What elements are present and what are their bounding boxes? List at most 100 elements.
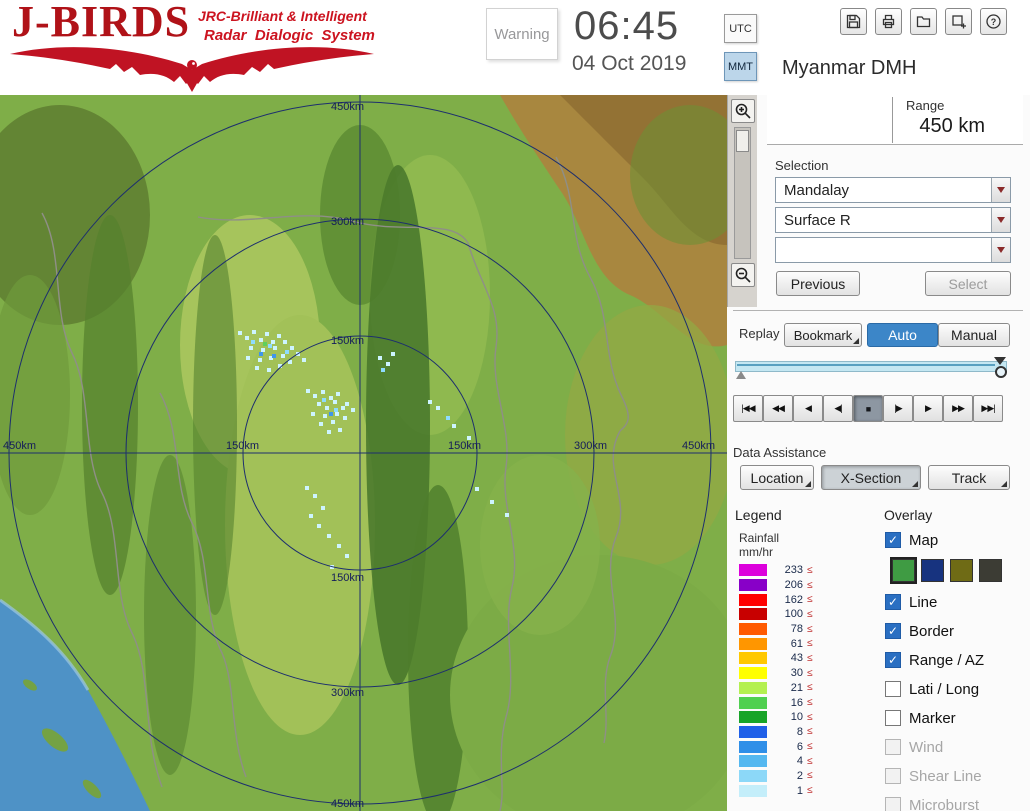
- overlay-row-marker: Marker: [885, 708, 1027, 728]
- zoom-in-button[interactable]: [730, 99, 755, 123]
- legend-suffix: ≤: [807, 785, 813, 797]
- chevron-down-icon[interactable]: [991, 178, 1010, 202]
- range-value: 450 km: [919, 115, 985, 137]
- legend-entry: 6 ≤: [739, 740, 813, 753]
- site-dropdown[interactable]: Mandalay: [775, 177, 1011, 203]
- auto-mode-button[interactable]: Auto: [867, 323, 938, 347]
- zoom-slider-thumb[interactable]: [736, 130, 749, 152]
- overlay-checkbox-border[interactable]: ✓: [885, 623, 901, 639]
- legend-swatch: [739, 652, 767, 665]
- map-style-swatch-3[interactable]: [950, 559, 973, 582]
- chevron-down-icon[interactable]: [991, 208, 1010, 232]
- playback-rewind-button[interactable]: ◀◀: [763, 395, 793, 422]
- chevron-down-icon[interactable]: [991, 238, 1010, 262]
- overlay-label-microburst: Microburst: [909, 796, 980, 811]
- legend-value: 61: [790, 637, 803, 650]
- track-button[interactable]: Track: [928, 465, 1010, 490]
- overlay-label-border: Border: [909, 622, 955, 640]
- overlay-row-wind: Wind: [885, 737, 1027, 757]
- legend-value: 21: [790, 681, 803, 694]
- playback-step-forward-button[interactable]: |▶: [883, 395, 913, 422]
- legend-value: 206: [784, 579, 803, 592]
- legend-value: 4: [796, 755, 803, 768]
- map-style-swatch-1[interactable]: [890, 557, 917, 584]
- location-button[interactable]: Location: [740, 465, 814, 490]
- select-button[interactable]: Select: [925, 271, 1011, 296]
- map-style-swatch-2[interactable]: [921, 559, 944, 582]
- legend-entry: 100 ≤: [739, 608, 813, 621]
- previous-button[interactable]: Previous: [776, 271, 860, 296]
- overlay-checkbox-wind[interactable]: [885, 739, 901, 755]
- radar-map-svg: 450km 300km 150km 150km 300km 450km 450km 150km…: [0, 95, 727, 811]
- utc-button[interactable]: UTC: [724, 14, 757, 43]
- manual-mode-button[interactable]: Manual: [938, 323, 1010, 347]
- playback-step-back-button[interactable]: ◀|: [823, 395, 853, 422]
- product-dropdown[interactable]: Surface R: [775, 207, 1011, 233]
- overlay-checkbox-shear-line[interactable]: [885, 768, 901, 784]
- station-name: Myanmar DMH: [782, 57, 917, 79]
- legend-entry: 10 ≤: [739, 711, 813, 724]
- mmt-button[interactable]: MMT: [724, 52, 757, 81]
- zoom-out-button[interactable]: [730, 263, 755, 287]
- overlay-checkbox-lati-long[interactable]: [885, 681, 901, 697]
- playback-controls: |◀◀ ◀◀ ◀ ◀| ■ |▶ ▶ ▶▶ ▶▶|: [733, 395, 1003, 422]
- open-folder-icon: [916, 16, 931, 28]
- legend-value: 43: [790, 652, 803, 665]
- x-section-button[interactable]: X-Section: [821, 465, 921, 490]
- overlay-list: ✓ Map ✓ Line ✓ Border ✓ Range / AZ Lati / Long Ma…: [885, 530, 1027, 811]
- playback-stop-button[interactable]: ■: [853, 395, 883, 422]
- legend-value: 6: [796, 740, 803, 753]
- overlay-checkbox-microburst[interactable]: [885, 797, 901, 811]
- svg-text:300km: 300km: [331, 687, 364, 699]
- overlay-checkbox-line[interactable]: ✓: [885, 594, 901, 610]
- print-icon: [882, 14, 895, 29]
- overlay-checkbox-range-az[interactable]: ✓: [885, 652, 901, 668]
- overlay-row-border: ✓ Border: [885, 621, 1027, 641]
- legend-entry: 2 ≤: [739, 769, 813, 783]
- export-icon: [952, 15, 966, 29]
- data-assistance-label: Data Assistance: [733, 445, 827, 460]
- legend-suffix: ≤: [807, 594, 813, 606]
- legend-swatch: [739, 623, 767, 636]
- legend-suffix: ≤: [807, 623, 813, 635]
- bookmark-button[interactable]: Bookmark: [784, 323, 862, 347]
- overlay-checkbox-marker[interactable]: [885, 710, 901, 726]
- zoom-in-icon: [735, 103, 751, 119]
- legend-swatch: [739, 637, 767, 650]
- legend-entry: 8 ≤: [739, 725, 813, 739]
- svg-text:450km: 450km: [331, 101, 364, 113]
- option-dropdown[interactable]: [775, 237, 1011, 263]
- legend-suffix: ≤: [807, 711, 813, 723]
- legend-value: 8: [796, 725, 803, 738]
- print-button[interactable]: [875, 8, 902, 35]
- playback-play-button[interactable]: ▶: [913, 395, 943, 422]
- playback-skip-start-button[interactable]: |◀◀: [733, 395, 763, 422]
- svg-text:450km: 450km: [682, 440, 715, 452]
- export-button[interactable]: [945, 8, 972, 35]
- open-button[interactable]: [910, 8, 937, 35]
- map-style-swatch-4[interactable]: [979, 559, 1002, 582]
- overlay-checkbox-map[interactable]: ✓: [885, 532, 901, 548]
- overlay-row-line: ✓ Line: [885, 592, 1027, 612]
- zoom-slider-track[interactable]: [734, 127, 751, 259]
- overlay-row-microburst: Microburst: [885, 795, 1027, 811]
- overlay-label-marker: Marker: [909, 709, 956, 727]
- save-button[interactable]: [840, 8, 867, 35]
- svg-text:150km: 150km: [331, 572, 364, 584]
- help-button[interactable]: ?: [980, 8, 1007, 35]
- playback-fast-forward-button[interactable]: ▶▶: [943, 395, 973, 422]
- legend-swatch: [739, 608, 767, 621]
- legend-value: 78: [790, 623, 803, 636]
- toolbar: ?: [840, 8, 1007, 35]
- radar-map[interactable]: 450km 300km 150km 150km 300km 450km 450km 150km…: [0, 95, 727, 811]
- timeline-thumb[interactable]: [994, 357, 1007, 379]
- legend-suffix: ≤: [807, 667, 813, 679]
- overlay-row-range-az: ✓ Range / AZ: [885, 650, 1027, 670]
- playback-skip-end-button[interactable]: ▶▶|: [973, 395, 1003, 422]
- playback-play-reverse-button[interactable]: ◀: [793, 395, 823, 422]
- timeline-track[interactable]: [735, 361, 1007, 372]
- replay-timeline[interactable]: [735, 357, 1007, 381]
- legend-entry: 43 ≤: [739, 652, 813, 665]
- legend-suffix: ≤: [807, 697, 813, 709]
- legend-swatch: [739, 579, 767, 592]
